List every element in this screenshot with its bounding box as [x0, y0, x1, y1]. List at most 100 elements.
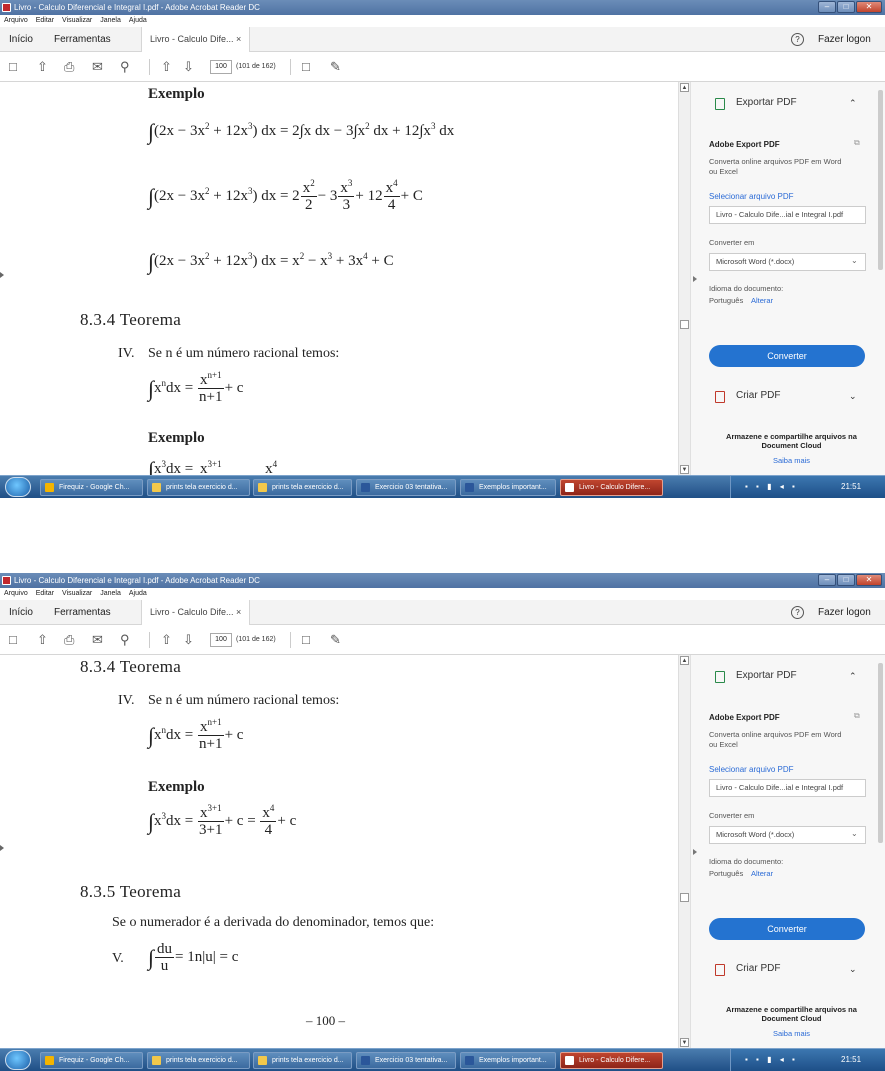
document-view[interactable]: Exemplo ∫(2x − 3x2 + 12x3) dx = 2∫x dx −…	[0, 82, 678, 475]
format-select[interactable]: Microsoft Word (*.docx)	[709, 826, 866, 844]
help-icon[interactable]: ?	[791, 606, 804, 619]
scroll-thumb[interactable]	[680, 320, 689, 329]
select-file-link[interactable]: Selecionar arquivo PDF	[709, 765, 793, 774]
select-file-link[interactable]: Selecionar arquivo PDF	[709, 192, 793, 201]
clock[interactable]: 21:51	[841, 476, 861, 498]
change-language-link[interactable]: Alterar	[751, 869, 773, 878]
expand-create-icon[interactable]: ⌄	[849, 964, 857, 975]
document-scrollbar[interactable]: ▲ ▼	[678, 82, 690, 475]
prev-page-icon[interactable]: ⇧	[161, 632, 172, 648]
close-tab-icon[interactable]: ×	[236, 34, 241, 44]
task-item[interactable]: Firequiz - Google Ch...	[40, 1052, 143, 1069]
close-window-button[interactable]: ✕	[856, 1, 882, 13]
task-item[interactable]: Exercicio 03 tentativa...	[356, 479, 456, 496]
start-button[interactable]	[5, 1050, 31, 1070]
scroll-thumb[interactable]	[680, 893, 689, 902]
tray-icons[interactable]: ▪ ▪ ▮ ◂ ▪	[745, 476, 798, 498]
export-pdf-title[interactable]: Exportar PDF	[736, 97, 797, 108]
next-page-icon[interactable]: ⇩	[183, 632, 194, 648]
scroll-down-icon[interactable]: ▼	[680, 1038, 689, 1047]
maximize-button[interactable]: □	[837, 1, 855, 13]
format-select[interactable]: Microsoft Word (*.docx)	[709, 253, 866, 271]
convert-button[interactable]: Converter	[709, 345, 865, 367]
menu-arquivo[interactable]: Arquivo	[4, 15, 28, 27]
help-icon[interactable]: ?	[791, 33, 804, 46]
menu-editar[interactable]: Editar	[36, 588, 54, 600]
document-view[interactable]: 8.3.4 Teorema IV. Se n é um número racio…	[0, 655, 678, 1048]
collapse-export-icon[interactable]: ⌃	[849, 98, 857, 109]
comment-icon[interactable]: □	[302, 632, 310, 648]
task-item-active[interactable]: Livro - Calculo Difere...	[560, 1052, 663, 1069]
maximize-button[interactable]: □	[837, 574, 855, 586]
task-item[interactable]: prints tela exercicio d...	[253, 479, 352, 496]
prev-page-icon[interactable]: ⇧	[161, 59, 172, 75]
search-icon[interactable]: ⚲	[120, 632, 130, 648]
task-item[interactable]: Exemplos important...	[460, 479, 556, 496]
tab-document[interactable]: Livro - Calculo Dife... ×	[141, 600, 251, 625]
print-icon[interactable]: ⎙	[64, 632, 74, 648]
close-window-button[interactable]: ✕	[856, 574, 882, 586]
create-pdf-title[interactable]: Criar PDF	[736, 390, 780, 401]
email-icon[interactable]: ✉	[92, 632, 103, 648]
scroll-down-icon[interactable]: ▼	[680, 465, 689, 474]
task-item[interactable]: prints tela exercicio d...	[147, 1052, 250, 1069]
upload-icon[interactable]: ⇧	[37, 632, 48, 648]
scroll-up-icon[interactable]: ▲	[680, 83, 689, 92]
email-icon[interactable]: ✉	[92, 59, 103, 75]
comment-icon[interactable]: □	[302, 59, 310, 75]
clock[interactable]: 21:51	[841, 1049, 861, 1071]
login-link[interactable]: Fazer logon	[818, 600, 871, 625]
upload-icon[interactable]: ⇧	[37, 59, 48, 75]
minimize-button[interactable]: –	[818, 1, 836, 13]
chevron-down-icon[interactable]: ⌄	[851, 256, 858, 265]
task-item[interactable]: Exemplos important...	[460, 1052, 556, 1069]
convert-button[interactable]: Converter	[709, 918, 865, 940]
close-tab-icon[interactable]: ×	[236, 607, 241, 617]
learn-more-link[interactable]: Saiba mais	[709, 456, 874, 465]
task-item[interactable]: prints tela exercicio d...	[253, 1052, 352, 1069]
change-language-link[interactable]: Alterar	[751, 296, 773, 305]
learn-more-link[interactable]: Saiba mais	[709, 1029, 874, 1038]
menu-arquivo[interactable]: Arquivo	[4, 588, 28, 600]
menu-ajuda[interactable]: Ajuda	[129, 588, 147, 600]
next-page-icon[interactable]: ⇩	[183, 59, 194, 75]
chevron-down-icon[interactable]: ⌄	[851, 829, 858, 838]
menu-janela[interactable]: Janela	[100, 588, 121, 600]
page-number-input[interactable]: 100	[210, 60, 232, 74]
create-pdf-title[interactable]: Criar PDF	[736, 963, 780, 974]
task-item[interactable]: Exercicio 03 tentativa...	[356, 1052, 456, 1069]
panel-collapse-icon[interactable]	[693, 849, 697, 855]
left-collapse-icon[interactable]	[0, 845, 4, 851]
task-item[interactable]: prints tela exercicio d...	[147, 479, 250, 496]
tab-tools[interactable]: Ferramentas	[54, 600, 111, 625]
left-collapse-icon[interactable]	[0, 272, 4, 278]
pen-icon[interactable]: ✎	[330, 632, 341, 648]
pen-icon[interactable]: ✎	[330, 59, 341, 75]
task-item-active[interactable]: Livro - Calculo Difere...	[560, 479, 663, 496]
tab-document[interactable]: Livro - Calculo Dife... ×	[141, 27, 251, 52]
tab-home[interactable]: Início	[9, 600, 33, 625]
selected-file-field[interactable]: Livro - Calculo Dife...ial e Integral I.…	[709, 206, 866, 224]
menu-ajuda[interactable]: Ajuda	[129, 15, 147, 27]
save-icon[interactable]: □	[9, 632, 17, 648]
collapse-export-icon[interactable]: ⌃	[849, 671, 857, 682]
panel-scrollbar[interactable]	[878, 90, 883, 270]
tab-home[interactable]: Início	[9, 27, 33, 52]
export-pdf-title[interactable]: Exportar PDF	[736, 670, 797, 681]
task-item[interactable]: Firequiz - Google Ch...	[40, 479, 143, 496]
search-icon[interactable]: ⚲	[120, 59, 130, 75]
tab-tools[interactable]: Ferramentas	[54, 27, 111, 52]
scroll-up-icon[interactable]: ▲	[680, 656, 689, 665]
tray-icons[interactable]: ▪ ▪ ▮ ◂ ▪	[745, 1049, 798, 1071]
save-icon[interactable]: □	[9, 59, 17, 75]
minimize-button[interactable]: –	[818, 574, 836, 586]
menu-janela[interactable]: Janela	[100, 15, 121, 27]
expand-create-icon[interactable]: ⌄	[849, 391, 857, 402]
page-number-input[interactable]: 100	[210, 633, 232, 647]
menu-editar[interactable]: Editar	[36, 15, 54, 27]
panel-scrollbar[interactable]	[878, 663, 883, 843]
panel-collapse-icon[interactable]	[693, 276, 697, 282]
menu-visualizar[interactable]: Visualizar	[62, 15, 92, 27]
start-button[interactable]	[5, 477, 31, 497]
print-icon[interactable]: ⎙	[64, 59, 74, 75]
